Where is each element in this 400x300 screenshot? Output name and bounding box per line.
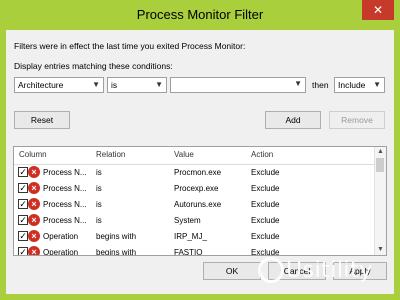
value-input[interactable]: ▼ [170, 77, 306, 93]
chevron-down-icon: ▼ [92, 80, 100, 89]
intro-text: Filters were in effect the last time you… [14, 41, 246, 51]
exclude-x-icon: × [28, 198, 40, 210]
ok-button[interactable]: OK [203, 262, 261, 280]
row-action: Exclude [251, 184, 280, 193]
add-button[interactable]: Add [265, 111, 321, 129]
chevron-down-icon: ▼ [373, 80, 381, 89]
column-select[interactable]: Architecture ▼ [14, 77, 104, 93]
dialog-window: Process Monitor Filter ✕ Filters were in… [0, 0, 400, 300]
chevron-down-icon: ▼ [155, 80, 163, 89]
table-row[interactable]: ✓ × Process N... is Procmon.exe Exclude [14, 165, 374, 181]
then-label: then [312, 80, 329, 90]
checkbox[interactable]: ✓ [18, 247, 28, 255]
table-row[interactable]: ✓ × Operation begins with IRP_MJ_ Exclud… [14, 229, 374, 245]
checkbox[interactable]: ✓ [18, 183, 28, 193]
chevron-down-icon: ▼ [294, 79, 302, 88]
watermark: Usitility [258, 250, 398, 290]
row-relation: is [96, 168, 102, 177]
row-action: Exclude [251, 232, 280, 241]
exclude-x-icon: × [28, 182, 40, 194]
row-value: Autoruns.exe [174, 200, 222, 209]
checkbox[interactable]: ✓ [18, 231, 28, 241]
checkbox[interactable]: ✓ [18, 167, 28, 177]
header-column[interactable]: Column [19, 150, 47, 159]
action-select[interactable]: Include ▼ [334, 77, 385, 93]
row-relation: is [96, 216, 102, 225]
watermark-logo-icon [258, 257, 284, 283]
action-select-value: Include [338, 80, 366, 90]
row-column: Process N... [43, 216, 87, 225]
row-value: IRP_MJ_ [174, 232, 207, 241]
window-title: Process Monitor Filter [136, 7, 264, 22]
row-relation: is [96, 200, 102, 209]
reset-button[interactable]: Reset [14, 111, 70, 129]
row-column: Operation [43, 248, 79, 256]
row-column: Process N... [43, 168, 87, 177]
vertical-scrollbar[interactable]: ▲ ▼ [374, 147, 386, 255]
exclude-x-icon: × [28, 214, 40, 226]
checkbox[interactable]: ✓ [18, 199, 28, 209]
row-value: System [174, 216, 201, 225]
table-row[interactable]: ✓ × Process N... is Procexp.exe Exclude [14, 181, 374, 197]
row-value: Procmon.exe [174, 168, 222, 177]
title-bar[interactable]: Process Monitor Filter ✕ [0, 0, 400, 30]
watermark-text: Usitility [286, 258, 373, 283]
row-action: Exclude [251, 200, 280, 209]
close-button[interactable]: ✕ [362, 0, 394, 20]
conditions-label: Display entries matching these condition… [14, 61, 173, 71]
exclude-x-icon: × [28, 166, 40, 178]
header-value[interactable]: Value [174, 150, 194, 159]
checkbox[interactable]: ✓ [18, 215, 28, 225]
remove-button[interactable]: Remove [329, 111, 385, 129]
scroll-up-icon[interactable]: ▲ [375, 147, 386, 157]
scroll-thumb[interactable] [376, 158, 384, 172]
column-select-value: Architecture [18, 80, 64, 90]
row-column: Process N... [43, 184, 87, 193]
row-column: Process N... [43, 200, 87, 209]
table-row[interactable]: ✓ × Process N... is Autoruns.exe Exclude [14, 197, 374, 213]
relation-select-value: is [111, 80, 118, 90]
exclude-x-icon: × [28, 246, 40, 255]
row-relation: begins with [96, 248, 137, 256]
row-column: Operation [43, 232, 79, 241]
row-relation: begins with [96, 232, 137, 241]
row-relation: is [96, 184, 102, 193]
table-row[interactable]: ✓ × Process N... is System Exclude [14, 213, 374, 229]
filter-list[interactable]: Column Relation Value Action ✓ × Process… [13, 146, 387, 256]
row-action: Exclude [251, 168, 280, 177]
row-value: FASTIO_ [174, 248, 207, 256]
header-action[interactable]: Action [251, 150, 273, 159]
row-value: Procexp.exe [174, 184, 219, 193]
header-relation[interactable]: Relation [96, 150, 125, 159]
row-action: Exclude [251, 216, 280, 225]
list-header: Column Relation Value Action [14, 147, 374, 165]
exclude-x-icon: × [28, 230, 40, 242]
relation-select[interactable]: is ▼ [107, 77, 167, 93]
